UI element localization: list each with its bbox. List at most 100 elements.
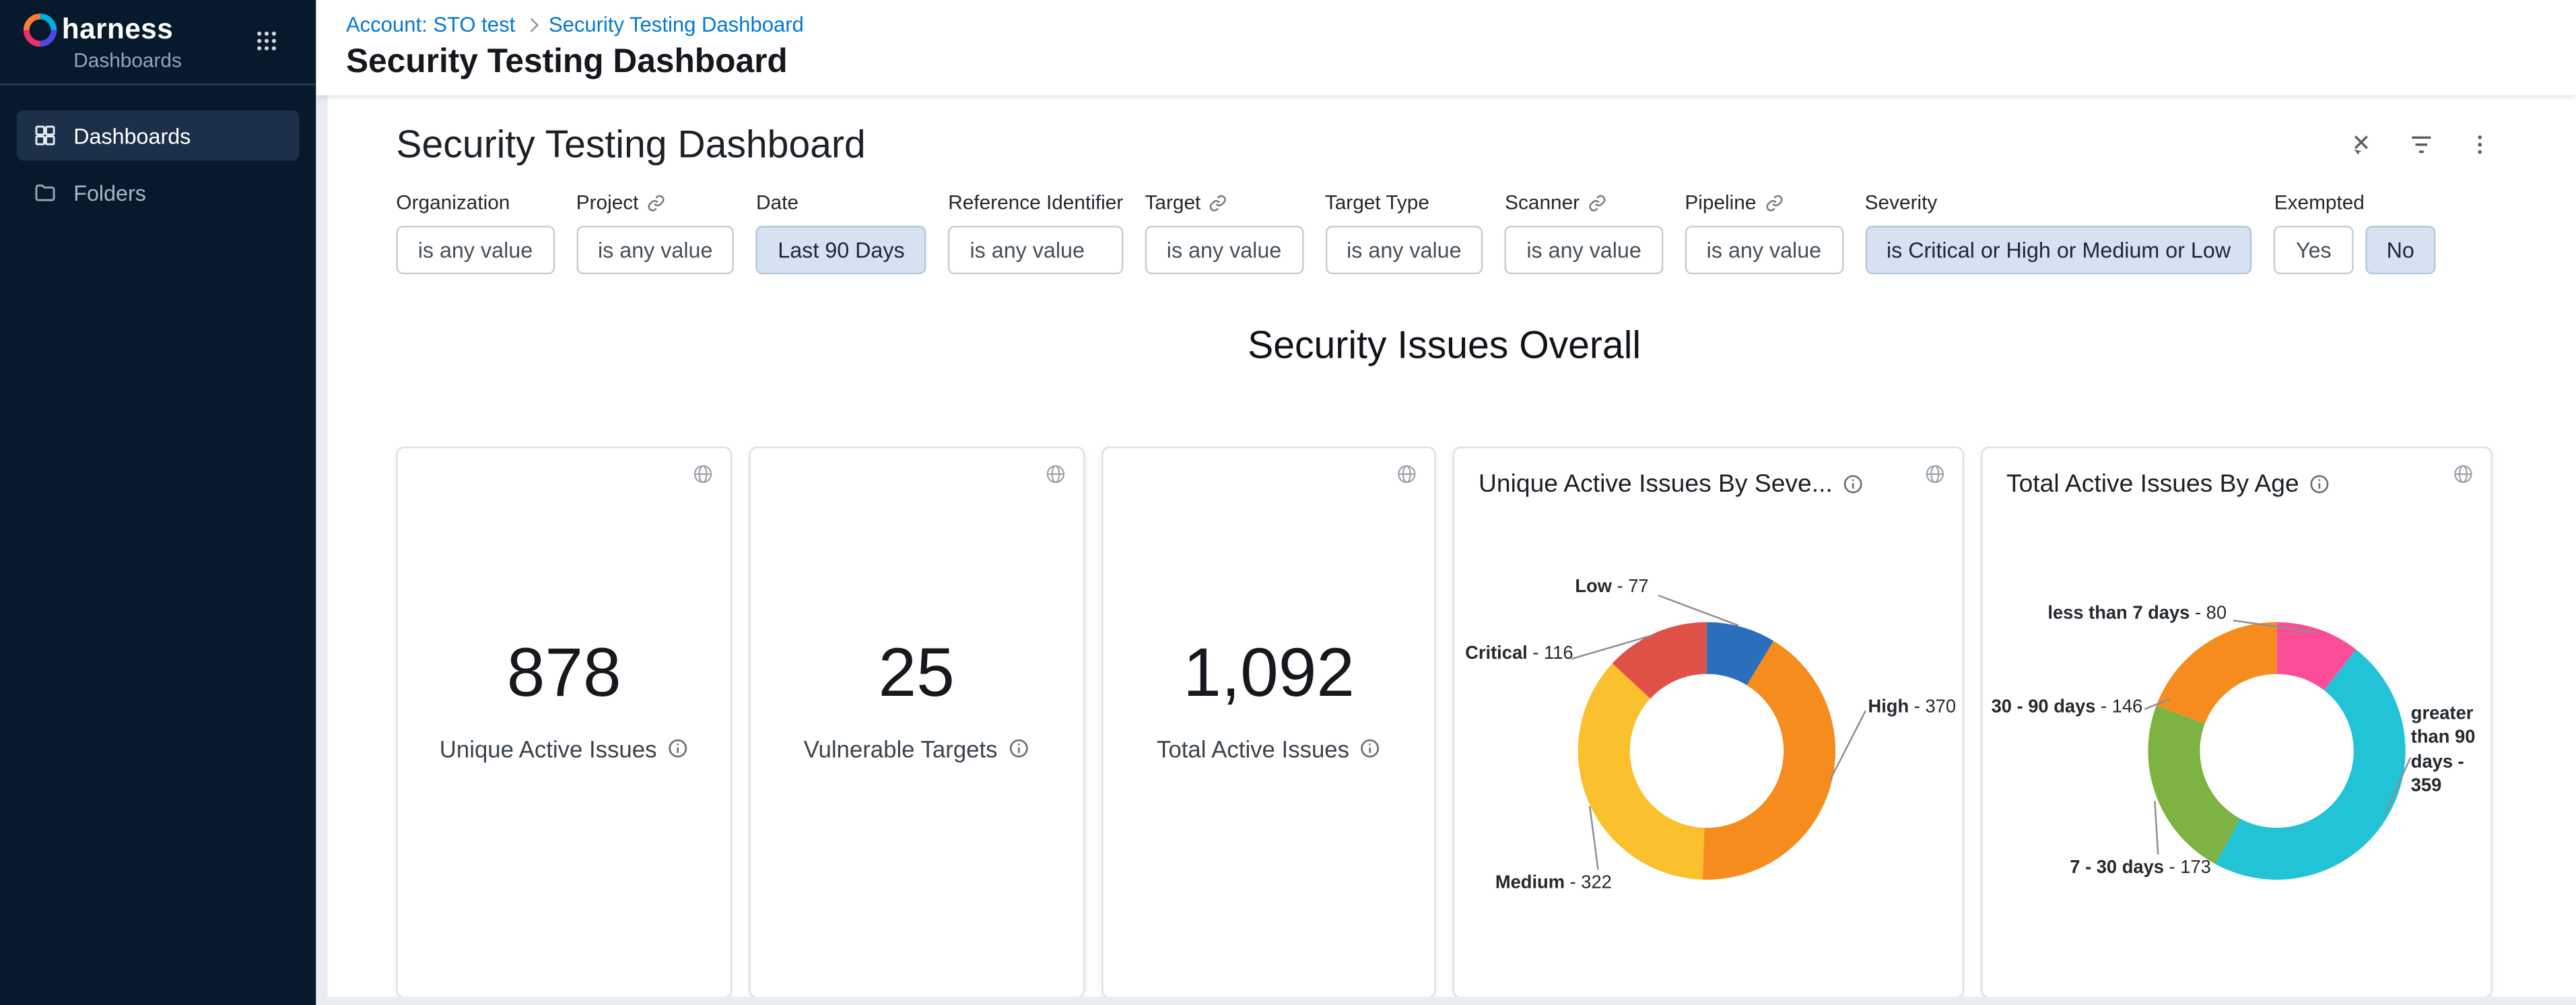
globe-icon[interactable] bbox=[2452, 463, 2474, 494]
sidebar-item-folders[interactable]: Folders bbox=[17, 167, 300, 217]
filter-value-target-type[interactable]: is any value bbox=[1325, 226, 1483, 274]
info-icon[interactable] bbox=[667, 738, 688, 759]
sidebar-nav: Dashboards Folders bbox=[0, 86, 316, 218]
stat-value: 25 bbox=[879, 633, 955, 712]
filter-target-type: Target Type is any value bbox=[1325, 189, 1483, 275]
harness-logo-icon bbox=[24, 13, 57, 47]
link-icon bbox=[1209, 193, 1227, 212]
filter-date: Date Last 90 Days bbox=[756, 189, 926, 275]
breadcrumb-separator-icon bbox=[525, 18, 539, 32]
folder-icon bbox=[34, 181, 57, 204]
filter-label: Target Type bbox=[1325, 191, 1429, 214]
filter-label: Date bbox=[756, 191, 799, 214]
donut-label-less-than-7-days: less than 7 days - 80 bbox=[2047, 604, 2227, 624]
app-viewport: harness Dashboards Dashboards bbox=[0, 0, 2576, 1005]
filter-value-date[interactable]: Last 90 Days bbox=[756, 226, 926, 274]
filter-label: Severity bbox=[1865, 191, 1938, 214]
content-background: Security Testing Dashboard bbox=[316, 96, 2576, 1005]
donut-chart bbox=[2135, 609, 2419, 893]
globe-icon[interactable] bbox=[1044, 463, 1066, 494]
donut-label-medium: Medium - 322 bbox=[1495, 873, 1612, 893]
info-icon[interactable] bbox=[2309, 474, 2331, 495]
filter-value-project[interactable]: is any value bbox=[576, 226, 735, 274]
app-launcher-grid-icon[interactable] bbox=[254, 28, 279, 62]
close-icon[interactable] bbox=[2347, 131, 2375, 159]
filter-label: Exempted bbox=[2274, 191, 2365, 214]
stat-label: Unique Active Issues bbox=[440, 735, 657, 762]
link-icon bbox=[1588, 193, 1606, 212]
sidebar-header: harness Dashboards bbox=[0, 0, 316, 86]
filter-project: Project is any value bbox=[576, 189, 735, 275]
breadcrumb-page-link[interactable]: Security Testing Dashboard bbox=[549, 13, 804, 37]
stat-value: 878 bbox=[507, 633, 621, 712]
info-icon[interactable] bbox=[1359, 738, 1381, 759]
donut-label-high: High - 370 bbox=[1868, 697, 1956, 717]
globe-icon[interactable] bbox=[1924, 463, 1946, 494]
sidebar: harness Dashboards Dashboards bbox=[0, 0, 316, 1005]
filter-label: Pipeline bbox=[1685, 191, 1756, 214]
filter-value-pipeline[interactable]: is any value bbox=[1685, 226, 1843, 274]
filter-value-organization[interactable]: is any value bbox=[396, 226, 554, 274]
donut-label-low: Low - 77 bbox=[1575, 577, 1648, 597]
link-icon bbox=[1765, 193, 1783, 212]
chart-title: Total Active Issues By Age bbox=[2006, 470, 2299, 498]
info-icon[interactable] bbox=[1007, 738, 1029, 759]
sidebar-item-label: Dashboards bbox=[73, 123, 191, 148]
tile-unique-active-issues-by-severity: Unique Active Issues By Seve... bbox=[1454, 447, 1965, 997]
filter-severity: Severity is Critical or High or Medium o… bbox=[1865, 189, 2253, 275]
filter-label: Scanner bbox=[1505, 191, 1580, 214]
donut-slice[interactable] bbox=[2216, 649, 2406, 880]
donut-slice[interactable] bbox=[1703, 641, 1836, 879]
tile-unique-active-issues: 878 Unique Active Issues bbox=[396, 447, 732, 997]
breadcrumb-account-link[interactable]: Account: STO test bbox=[346, 13, 515, 37]
donut-label-7-30-days: 7 - 30 days - 173 bbox=[2070, 858, 2211, 878]
tile-vulnerable-targets: 25 Vulnerable Targets bbox=[749, 447, 1085, 997]
filter-exempted-no[interactable]: No bbox=[2365, 226, 2436, 274]
kebab-menu-icon[interactable] bbox=[2468, 132, 2493, 157]
dashboard-actions bbox=[2347, 131, 2493, 159]
donut-label-critical: Critical - 116 bbox=[1465, 644, 1573, 664]
donut-label-30-90-days: 30 - 90 days - 146 bbox=[1992, 697, 2143, 717]
dashboard-title: Security Testing Dashboard bbox=[396, 122, 865, 167]
donut-slice[interactable] bbox=[1579, 663, 1705, 880]
filter-value-reference-identifier[interactable]: is any value bbox=[948, 226, 1123, 274]
dashboard-panel: Security Testing Dashboard bbox=[328, 96, 2576, 997]
info-icon[interactable] bbox=[1843, 474, 1864, 495]
stat-value: 1,092 bbox=[1183, 633, 1355, 712]
filter-value-scanner[interactable]: is any value bbox=[1505, 226, 1663, 274]
sidebar-item-dashboards[interactable]: Dashboards bbox=[17, 110, 300, 160]
tile-total-active-issues: 1,092 Total Active Issues bbox=[1101, 447, 1437, 997]
stat-label: Total Active Issues bbox=[1157, 735, 1349, 762]
tile-total-active-issues-by-age: Total Active Issues By Age bbox=[1981, 447, 2493, 997]
globe-icon[interactable] bbox=[1396, 463, 1418, 494]
filter-label: Organization bbox=[396, 191, 510, 214]
link-icon bbox=[647, 193, 665, 212]
filter-label: Reference Identifier bbox=[948, 191, 1123, 214]
globe-icon[interactable] bbox=[691, 463, 713, 494]
page-title: Security Testing Dashboard bbox=[346, 44, 2576, 82]
filter-target: Target is any value bbox=[1145, 189, 1303, 275]
filter-organization: Organization is any value bbox=[396, 189, 554, 275]
harness-wordmark: harness bbox=[62, 13, 173, 47]
page-header: Account: STO test Security Testing Dashb… bbox=[316, 0, 2576, 96]
donut-slice[interactable] bbox=[2157, 622, 2277, 724]
sidebar-item-label: Folders bbox=[73, 180, 146, 205]
donut-chart bbox=[1565, 609, 1850, 893]
filter-label: Target bbox=[1145, 191, 1201, 214]
donut-slice[interactable] bbox=[2148, 705, 2241, 864]
chart-title: Unique Active Issues By Seve... bbox=[1479, 470, 1833, 498]
filter-value-target[interactable]: is any value bbox=[1145, 226, 1303, 274]
filter-reference-identifier: Reference Identifier is any value bbox=[948, 189, 1123, 275]
breadcrumb: Account: STO test Security Testing Dashb… bbox=[346, 13, 2576, 37]
filter-exempted-yes[interactable]: Yes bbox=[2274, 226, 2353, 274]
stat-label: Vulnerable Targets bbox=[804, 735, 998, 762]
filter-value-severity[interactable]: is Critical or High or Medium or Low bbox=[1865, 226, 2253, 274]
filter-bar: Organization is any value Project bbox=[396, 189, 2492, 275]
module-label: Dashboards bbox=[73, 48, 316, 72]
filter-icon[interactable] bbox=[2407, 131, 2435, 159]
dashboards-icon bbox=[34, 124, 57, 148]
filter-label: Project bbox=[576, 191, 639, 214]
filter-exempted: Exempted Yes No bbox=[2274, 189, 2436, 275]
section-title: Security Issues Overall bbox=[396, 323, 2492, 368]
main-area: Account: STO test Security Testing Dashb… bbox=[316, 0, 2576, 1005]
